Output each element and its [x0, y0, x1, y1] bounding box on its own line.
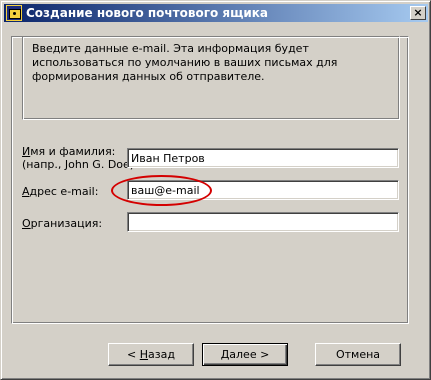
- name-label: Имя и фамилия: (напр., John G. Doe): [22, 145, 134, 171]
- mailbox-icon: [6, 5, 22, 21]
- close-icon: ×: [413, 6, 423, 19]
- close-button[interactable]: ×: [410, 6, 426, 20]
- back-button[interactable]: < Назад: [108, 343, 194, 366]
- organization-input[interactable]: [127, 212, 399, 232]
- next-button-accel: Д: [220, 348, 230, 361]
- email-label: Адрес e-mail:: [22, 185, 98, 198]
- name-input[interactable]: [127, 148, 399, 168]
- next-button-rest: алее >: [229, 348, 270, 361]
- info-text: Введите данные e-mail. Эта информация бу…: [32, 42, 338, 83]
- window-title: Создание нового почтового ящика: [26, 6, 269, 20]
- organization-label: Организация:: [22, 217, 102, 230]
- info-box: Введите данные e-mail. Эта информация бу…: [22, 36, 400, 120]
- back-button-rest: азад: [148, 348, 175, 361]
- next-button[interactable]: Далее >: [202, 343, 288, 366]
- back-button-prefix: <: [127, 348, 140, 361]
- organization-label-rest: рганизация:: [30, 217, 103, 230]
- email-input[interactable]: [127, 180, 399, 200]
- back-button-accel: Н: [139, 348, 149, 361]
- organization-label-accel: О: [22, 217, 31, 230]
- name-label-rest: мя и фамилия:: [30, 145, 116, 158]
- name-label-accel: И: [22, 145, 31, 158]
- title-bar[interactable]: Создание нового почтового ящика ×: [4, 4, 428, 22]
- email-label-accel: А: [22, 185, 30, 198]
- name-label-example: (напр., John G. Doe): [22, 158, 135, 171]
- cancel-button[interactable]: Отмена: [315, 343, 401, 366]
- email-label-rest: дрес e-mail:: [29, 185, 99, 198]
